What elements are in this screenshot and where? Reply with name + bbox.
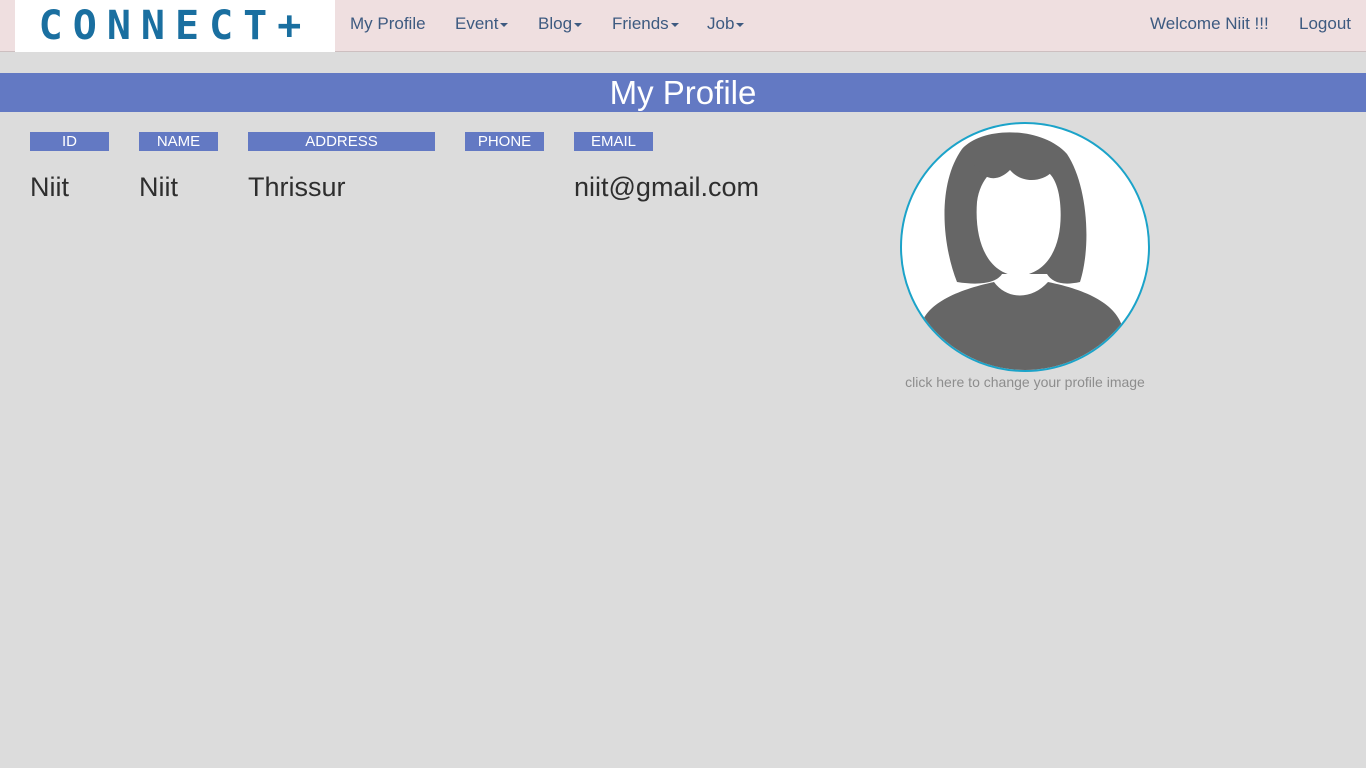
nav-blog-label: Blog — [538, 14, 573, 33]
logo-text: CONNECT+ — [38, 3, 312, 49]
chevron-down-icon — [736, 22, 745, 27]
profile-id-value: Niit — [30, 172, 69, 202]
nav-event-dropdown[interactable]: Event — [455, 14, 509, 34]
page-title: My Profile — [0, 73, 1366, 112]
change-profile-image-link[interactable]: click here to change your profile image — [880, 374, 1170, 390]
logout-link[interactable]: Logout — [1299, 14, 1351, 34]
column-header-email: EMAIL — [574, 132, 653, 151]
column-header-address: ADDRESS — [248, 132, 435, 151]
profile-image[interactable] — [900, 122, 1150, 372]
profile-address-value: Thrissur — [248, 172, 346, 202]
nav-job-dropdown[interactable]: Job — [707, 14, 745, 34]
nav-friends-label: Friends — [612, 14, 669, 33]
nav-job-label: Job — [707, 14, 735, 33]
welcome-user-link[interactable]: Welcome Niit !!! — [1150, 14, 1269, 34]
chevron-down-icon — [500, 22, 509, 27]
brand-logo[interactable]: CONNECT+ — [15, 0, 335, 52]
column-header-id: ID — [30, 132, 109, 151]
nav-blog-dropdown[interactable]: Blog — [538, 14, 583, 34]
chevron-down-icon — [574, 22, 583, 27]
top-navbar: CONNECT+ My Profile Event Blog Friends J… — [0, 0, 1366, 52]
column-header-phone: PHONE — [465, 132, 544, 151]
profile-email-value: niit@gmail.com — [574, 172, 759, 202]
profile-name-value: Niit — [139, 172, 178, 202]
chevron-down-icon — [670, 22, 679, 27]
nav-my-profile[interactable]: My Profile — [350, 14, 426, 34]
nav-event-label: Event — [455, 14, 499, 33]
column-header-name: NAME — [139, 132, 218, 151]
nav-friends-dropdown[interactable]: Friends — [612, 14, 679, 34]
female-avatar-icon — [920, 132, 1123, 370]
